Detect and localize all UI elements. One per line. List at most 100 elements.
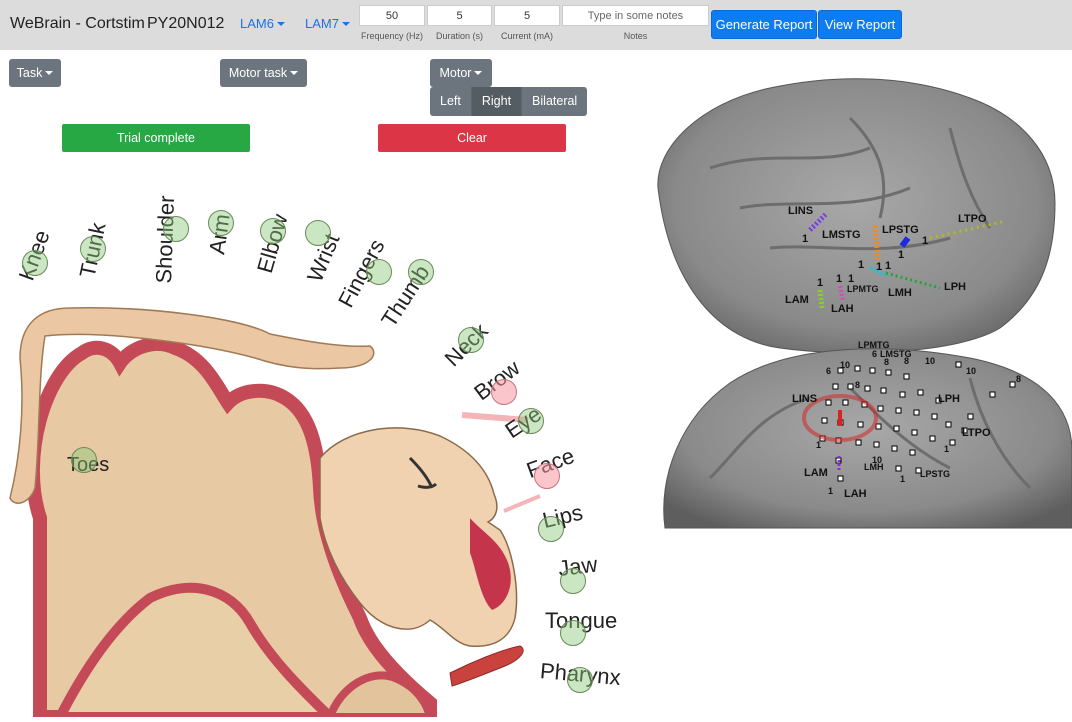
duration-label: Duration (s): [435, 31, 483, 41]
hotspot-neck[interactable]: [458, 327, 484, 353]
brain-image: LINS LMSTG LPSTG LTPO LAM LAH LPMTG LMH …: [657, 78, 1072, 529]
brain-number: 1: [876, 261, 882, 273]
motor-task-dropdown-label: Motor task: [228, 66, 288, 80]
trial-complete-button[interactable]: Trial complete: [62, 124, 250, 152]
brain-number: 6: [826, 366, 831, 376]
brain-label-lph-medial: LPH: [938, 393, 960, 405]
duration-group: Duration (s): [427, 5, 492, 41]
hotspot-shoulder[interactable]: [163, 216, 189, 242]
task-dropdown-label: Task: [16, 66, 43, 80]
current-input[interactable]: [494, 5, 560, 26]
right-button[interactable]: Right: [471, 87, 523, 116]
bilateral-button[interactable]: Bilateral: [522, 87, 588, 116]
brain-number: 10: [872, 455, 882, 465]
hotspot-fingers[interactable]: [366, 259, 392, 285]
current-label: Current (mA): [500, 31, 553, 41]
hotspot-jaw[interactable]: [560, 568, 586, 594]
brain-number: 1: [816, 440, 821, 450]
brain-number: 10: [840, 360, 850, 370]
clear-button[interactable]: Clear: [378, 124, 566, 152]
notes-input[interactable]: [562, 5, 709, 26]
electrode-lmstg: [872, 225, 881, 262]
hotspot-knee[interactable]: [22, 250, 48, 276]
hotspot-thumb[interactable]: [408, 259, 434, 285]
brain-label-ltpo: LTPO: [958, 213, 987, 225]
hotspot-brow[interactable]: [491, 379, 517, 405]
patient-id: PY20N012: [147, 15, 225, 32]
motor-dropdown-label: Motor: [439, 66, 472, 80]
brain-number: 10: [925, 356, 935, 366]
motor-homunculus: Knee Trunk Shoulder Arm Elbow Wrist Fing…: [0, 158, 640, 722]
frequency-label: Frequency (Hz): [360, 31, 423, 41]
brain-number: 8: [1016, 374, 1021, 384]
brain-label-lpstg-medial: LPSTG: [920, 469, 950, 479]
view-report-button[interactable]: View Report: [818, 10, 902, 39]
hotspot-wrist[interactable]: [305, 220, 331, 246]
frequency-group: Frequency (Hz): [359, 5, 425, 41]
electrode-brain-map: LINS LMSTG LPSTG LTPO LAM LAH LPMTG LMH …: [650, 58, 1072, 534]
hotspot-trunk[interactable]: [80, 236, 106, 262]
brain-label-lins-medial: LINS: [792, 393, 817, 405]
hotspot-arm[interactable]: [208, 210, 234, 236]
brain-number: 8: [884, 357, 889, 367]
hotspot-elbow[interactable]: [260, 218, 286, 244]
tongue-illustration: [449, 645, 524, 687]
brain-number: 1: [944, 444, 949, 454]
brain-number: 1: [817, 277, 823, 289]
generate-report-button[interactable]: Generate Report: [711, 10, 817, 39]
brain-label-lmstg: LMSTG: [822, 229, 861, 241]
brain-label-lph: LPH: [944, 281, 966, 293]
electrode-dropdown-1[interactable]: LAM6: [240, 16, 285, 31]
brain-label-lam: LAM: [785, 294, 809, 306]
face-highlight: [503, 494, 541, 513]
hotspot-toes[interactable]: [71, 447, 97, 473]
brain-number: 1: [900, 474, 905, 484]
motor-task-dropdown[interactable]: Motor task: [220, 59, 307, 87]
brain-number: 10: [966, 366, 976, 376]
hotspot-tongue[interactable]: [560, 620, 586, 646]
top-navbar: WeBrain - Cortstim PY20N012 LAM6 LAM7 Fr…: [0, 0, 1072, 50]
brain-number: 1: [828, 486, 833, 496]
brain-number: 1: [898, 249, 904, 261]
brain-number: 1: [922, 235, 928, 247]
brain-label-lah-medial: LAH: [844, 488, 867, 500]
brain-label-lam-medial: LAM: [804, 467, 828, 479]
brain-label-lpstg: LPSTG: [882, 224, 919, 236]
brain-number: 1: [885, 260, 891, 272]
brain-label-ltpo-medial: LTPO: [962, 427, 991, 439]
brain-number: 6: [872, 349, 877, 359]
frequency-input[interactable]: [359, 5, 425, 26]
electrode-dropdown-2[interactable]: LAM7: [305, 16, 350, 31]
app-title: WeBrain - Cortstim: [10, 15, 145, 32]
chevron-down-icon: [341, 22, 350, 26]
brain-label-lpmtg: LPMTG: [847, 284, 879, 294]
motor-dropdown[interactable]: Motor: [430, 59, 492, 87]
electrode-dropdown-1-label: LAM6: [240, 16, 274, 31]
duration-input[interactable]: [427, 5, 492, 26]
electrode-dropdown-2-label: LAM7: [305, 16, 339, 31]
brain-label-lmh: LMH: [888, 287, 912, 299]
hotspot-pharynx[interactable]: [567, 667, 593, 693]
lateral-brain: [657, 78, 1056, 354]
medial-brain: [663, 348, 1072, 529]
laterality-button-group: Left Right Bilateral: [430, 87, 588, 116]
chevron-down-icon: [474, 71, 483, 75]
notes-label: Notes: [623, 31, 648, 41]
task-dropdown[interactable]: Task: [9, 59, 61, 87]
brain-number: 1: [848, 273, 854, 285]
chevron-down-icon: [45, 71, 54, 75]
notes-group: Notes: [562, 5, 709, 41]
brain-number: 1: [836, 273, 842, 285]
hotspot-face[interactable]: [534, 463, 560, 489]
hotspot-lips[interactable]: [538, 516, 564, 542]
brain-number: 1: [858, 259, 864, 271]
hotspot-eye[interactable]: [518, 408, 544, 434]
left-button[interactable]: Left: [430, 87, 472, 116]
brain-number: 8: [855, 380, 860, 390]
brain-label-lins: LINS: [788, 205, 813, 217]
current-group[interactable]: Current (mA): [494, 5, 560, 41]
brain-number: 8: [904, 356, 909, 366]
brain-number: 1: [802, 233, 808, 245]
brain-label-lah: LAH: [831, 303, 854, 315]
chevron-down-icon: [290, 71, 299, 75]
